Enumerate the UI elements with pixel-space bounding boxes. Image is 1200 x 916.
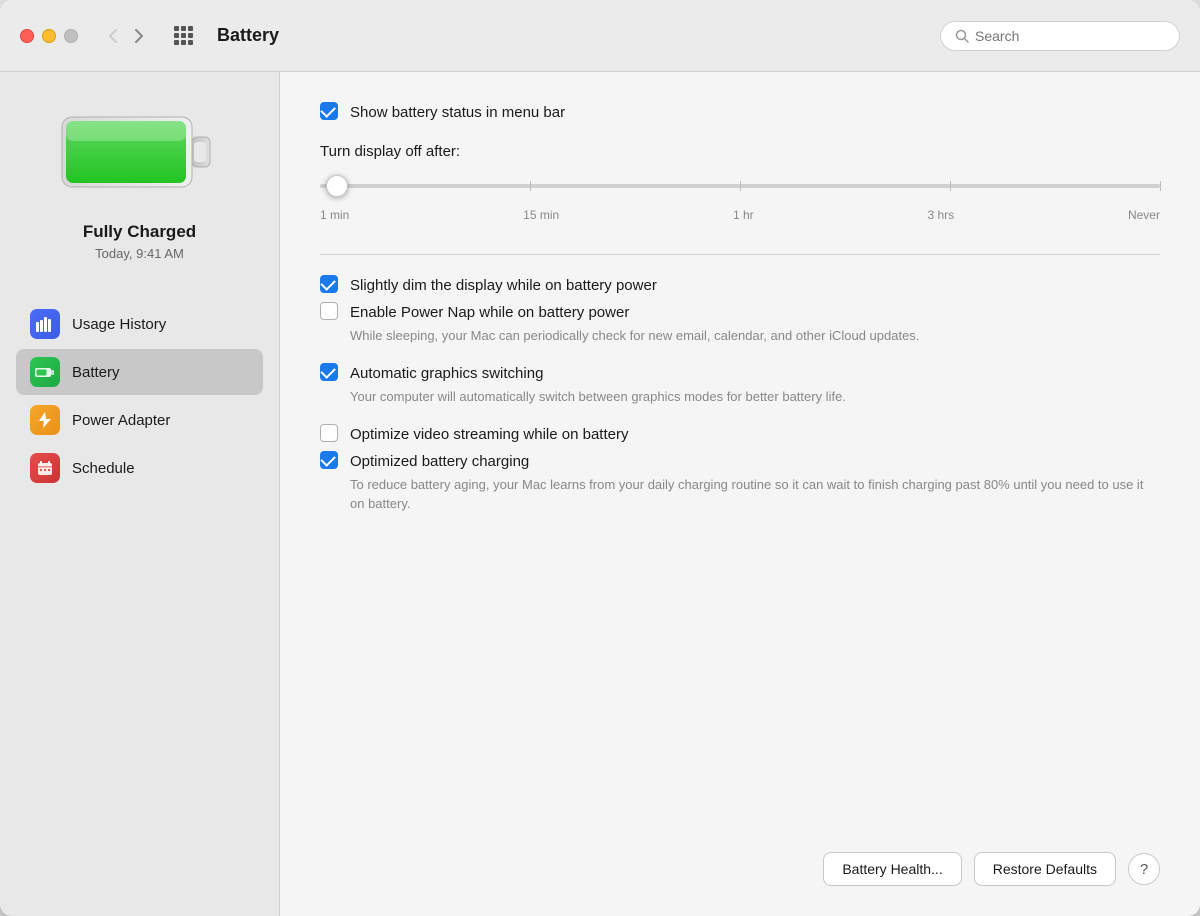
usage-history-label: Usage History xyxy=(72,316,166,333)
sidebar-item-schedule[interactable]: Schedule xyxy=(16,445,263,491)
sidebar-navigation: Usage History Battery xyxy=(0,301,279,491)
slider-label-1hr: 1 hr xyxy=(733,208,754,222)
schedule-label: Schedule xyxy=(72,460,135,477)
display-off-thumb[interactable] xyxy=(326,175,348,197)
sidebar: Fully Charged Today, 9:41 AM Usage Histo… xyxy=(0,72,280,916)
sidebar-item-power-adapter[interactable]: Power Adapter xyxy=(16,397,263,443)
show-battery-checkbox[interactable] xyxy=(320,102,338,120)
auto-graphics-text: Automatic graphics switching Your comput… xyxy=(350,363,846,406)
optimize-video-label: Optimize video streaming while on batter… xyxy=(350,424,628,445)
close-button[interactable] xyxy=(20,29,34,43)
slider-label-1min: 1 min xyxy=(320,208,349,222)
optimize-video-checkbox[interactable] xyxy=(320,424,338,442)
auto-graphics-setting: Automatic graphics switching Your comput… xyxy=(320,363,1160,406)
power-nap-sublabel: While sleeping, your Mac can periodicall… xyxy=(350,327,919,345)
battery-health-button[interactable]: Battery Health... xyxy=(823,852,961,886)
schedule-icon xyxy=(30,453,60,483)
traffic-lights xyxy=(20,29,78,43)
power-nap-text: Enable Power Nap while on battery power … xyxy=(350,302,919,345)
nav-buttons xyxy=(102,24,150,48)
battery-icon xyxy=(30,357,60,387)
auto-graphics-sublabel: Your computer will automatically switch … xyxy=(350,388,846,406)
battery-illustration xyxy=(50,102,230,202)
usage-history-icon xyxy=(30,309,60,339)
restore-defaults-button[interactable]: Restore Defaults xyxy=(974,852,1116,886)
slider-label: Turn display off after: xyxy=(320,143,1160,160)
search-icon xyxy=(955,29,969,43)
bottom-bar: Battery Health... Restore Defaults ? xyxy=(320,832,1160,886)
forward-button[interactable] xyxy=(128,24,150,48)
optimized-charging-setting: Optimized battery charging To reduce bat… xyxy=(320,451,1160,512)
optimized-charging-text: Optimized battery charging To reduce bat… xyxy=(350,451,1160,512)
power-nap-checkbox[interactable] xyxy=(320,302,338,320)
sidebar-item-usage-history[interactable]: Usage History xyxy=(16,301,263,347)
optimized-charging-checkbox[interactable] xyxy=(320,451,338,469)
optimized-charging-row: Optimized battery charging To reduce bat… xyxy=(320,451,1160,512)
content-area: Fully Charged Today, 9:41 AM Usage Histo… xyxy=(0,72,1200,916)
main-panel: Show battery status in menu bar Turn dis… xyxy=(280,72,1200,916)
slider-wrapper: 1 min 15 min 1 hr 3 hrs Never xyxy=(320,174,1160,222)
power-adapter-icon xyxy=(30,405,60,435)
power-adapter-label: Power Adapter xyxy=(72,412,170,429)
battery-status-text: Fully Charged xyxy=(83,222,196,242)
show-battery-setting: Show battery status in menu bar xyxy=(320,102,1160,123)
slightly-dim-row: Slightly dim the display while on batter… xyxy=(320,275,1160,296)
power-nap-row: Enable Power Nap while on battery power … xyxy=(320,302,1160,345)
auto-graphics-checkbox[interactable] xyxy=(320,363,338,381)
window-title: Battery xyxy=(217,25,924,46)
power-nap-label: Enable Power Nap while on battery power xyxy=(350,302,919,323)
power-nap-setting: Enable Power Nap while on battery power … xyxy=(320,302,1160,345)
search-input[interactable] xyxy=(975,28,1155,44)
slider-label-never: Never xyxy=(1128,208,1160,222)
show-battery-label: Show battery status in menu bar xyxy=(350,102,565,123)
titlebar: Battery xyxy=(0,0,1200,72)
slider-label-15min: 15 min xyxy=(523,208,559,222)
search-bar[interactable] xyxy=(940,21,1180,51)
auto-graphics-row: Automatic graphics switching Your comput… xyxy=(320,363,1160,406)
optimized-charging-sublabel: To reduce battery aging, your Mac learns… xyxy=(350,476,1160,512)
minimize-button[interactable] xyxy=(42,29,56,43)
optimize-video-setting: Optimize video streaming while on batter… xyxy=(320,424,1160,445)
slider-label-3hrs: 3 hrs xyxy=(927,208,954,222)
maximize-button[interactable] xyxy=(64,29,78,43)
help-button[interactable]: ? xyxy=(1128,853,1160,885)
auto-graphics-label: Automatic graphics switching xyxy=(350,363,846,384)
battery-label: Battery xyxy=(72,364,120,381)
battery-time-text: Today, 9:41 AM xyxy=(95,246,184,261)
slightly-dim-setting: Slightly dim the display while on batter… xyxy=(320,275,1160,296)
back-button[interactable] xyxy=(102,24,124,48)
slightly-dim-checkbox[interactable] xyxy=(320,275,338,293)
sidebar-item-battery[interactable]: Battery xyxy=(16,349,263,395)
optimized-charging-label: Optimized battery charging xyxy=(350,451,1160,472)
slightly-dim-label: Slightly dim the display while on batter… xyxy=(350,275,657,296)
divider-1 xyxy=(320,254,1160,255)
apps-grid-icon[interactable] xyxy=(174,26,193,45)
main-window: Battery xyxy=(0,0,1200,916)
display-off-slider-section: Turn display off after: 1 min xyxy=(320,143,1160,222)
slider-labels: 1 min 15 min 1 hr 3 hrs Never xyxy=(320,208,1160,222)
optimize-video-row: Optimize video streaming while on batter… xyxy=(320,424,1160,445)
